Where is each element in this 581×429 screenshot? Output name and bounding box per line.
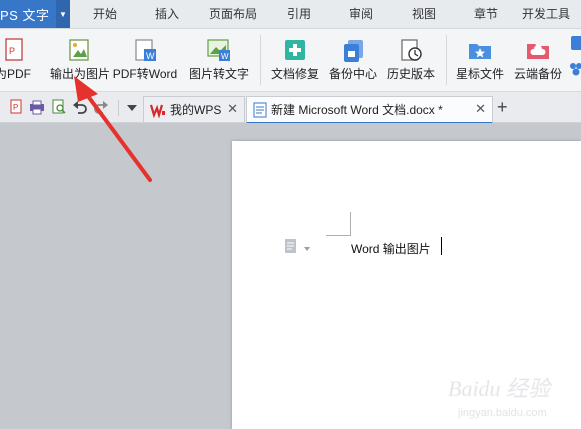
print-icon[interactable] xyxy=(29,99,45,115)
tab-document[interactable]: 新建 Microsoft Word 文档.docx * ✕ xyxy=(246,96,493,124)
chevron-down-icon[interactable]: ▼ xyxy=(56,0,70,28)
image-export-icon xyxy=(66,37,92,63)
menu-bar: PS 文字 ▼ 开始 插入 页面布局 引用 审阅 视图 章节 开发工具 xyxy=(0,0,581,29)
svg-text:P: P xyxy=(9,46,15,56)
starred-files-label: 星标文件 xyxy=(455,67,504,81)
image-to-text-label: 图片转文字 xyxy=(188,67,249,81)
tab-developer-tools[interactable]: 开发工具 xyxy=(522,0,581,28)
tab-page-layout[interactable]: 页面布局 xyxy=(203,0,263,28)
tab-chapter[interactable]: 章节 xyxy=(465,0,507,28)
watermark-url: jingyan.baidu.com xyxy=(457,407,547,419)
history-version-label: 历史版本 xyxy=(386,67,435,81)
annotation-arrow xyxy=(74,76,152,182)
add-tab-button[interactable]: + xyxy=(497,97,513,117)
new-document-icon[interactable]: P xyxy=(8,99,24,115)
tab-view[interactable]: 视图 xyxy=(403,0,445,28)
tab-review[interactable]: 审阅 xyxy=(340,0,382,28)
history-icon xyxy=(398,37,424,63)
word-document-icon xyxy=(253,102,267,118)
export-pdf-label: 为PDF xyxy=(0,67,31,81)
svg-text:P: P xyxy=(13,103,18,112)
history-version-button[interactable]: 历史版本 xyxy=(382,31,440,87)
text-cursor xyxy=(441,237,442,255)
backup-center-label: 备份中心 xyxy=(328,67,377,81)
baidu-watermark: Baidu 经验 jingyan.baidu.com xyxy=(448,372,578,422)
app-menu-button[interactable]: PS 文字 ▼ xyxy=(0,0,70,28)
image-to-text-icon: W xyxy=(206,37,232,63)
pdf-file-icon: P xyxy=(0,37,26,63)
backup-icon xyxy=(340,37,366,63)
tab-start[interactable]: 开始 xyxy=(84,0,126,28)
document-text[interactable]: Word 输出图片 xyxy=(351,240,431,257)
paragraph-layout-icon[interactable] xyxy=(284,238,298,254)
svg-text:W: W xyxy=(146,51,155,61)
tab-my-wps-label: 我的WPS xyxy=(170,103,222,117)
repair-icon xyxy=(282,37,308,63)
ribbon-separator xyxy=(260,35,261,85)
backup-center-button[interactable]: 备份中心 xyxy=(324,31,382,87)
tab-document-label: 新建 Microsoft Word 文档.docx * xyxy=(271,103,443,117)
close-icon[interactable]: ✕ xyxy=(227,101,238,117)
share-icon[interactable] xyxy=(569,35,581,51)
ribbon-separator xyxy=(446,35,447,85)
tab-insert[interactable]: 插入 xyxy=(146,0,188,28)
caret-down-icon[interactable] xyxy=(303,242,311,251)
tab-references[interactable]: 引用 xyxy=(278,0,320,28)
close-icon[interactable]: ✕ xyxy=(475,101,486,117)
margin-marker xyxy=(326,235,351,236)
starred-files-button[interactable]: 星标文件 xyxy=(452,31,508,87)
team-icon[interactable] xyxy=(568,61,581,77)
app-title: PS 文字 xyxy=(0,7,50,23)
svg-text:W: W xyxy=(221,52,229,61)
document-repair-button[interactable]: 文档修复 xyxy=(266,31,324,87)
watermark-brand: Baidu 经验 xyxy=(448,376,553,401)
image-to-text-button[interactable]: W 图片转文字 xyxy=(184,31,254,87)
margin-marker xyxy=(350,212,351,236)
starred-folder-icon xyxy=(467,37,493,63)
export-pdf-button[interactable]: P 为PDF xyxy=(0,31,34,87)
document-repair-label: 文档修复 xyxy=(270,67,319,81)
cloud-backup-label: 云端备份 xyxy=(513,67,562,81)
pdf-to-word-icon: W xyxy=(132,37,158,63)
cloud-backup-button[interactable]: 云端备份 xyxy=(510,31,566,87)
cloud-folder-icon xyxy=(525,37,551,63)
